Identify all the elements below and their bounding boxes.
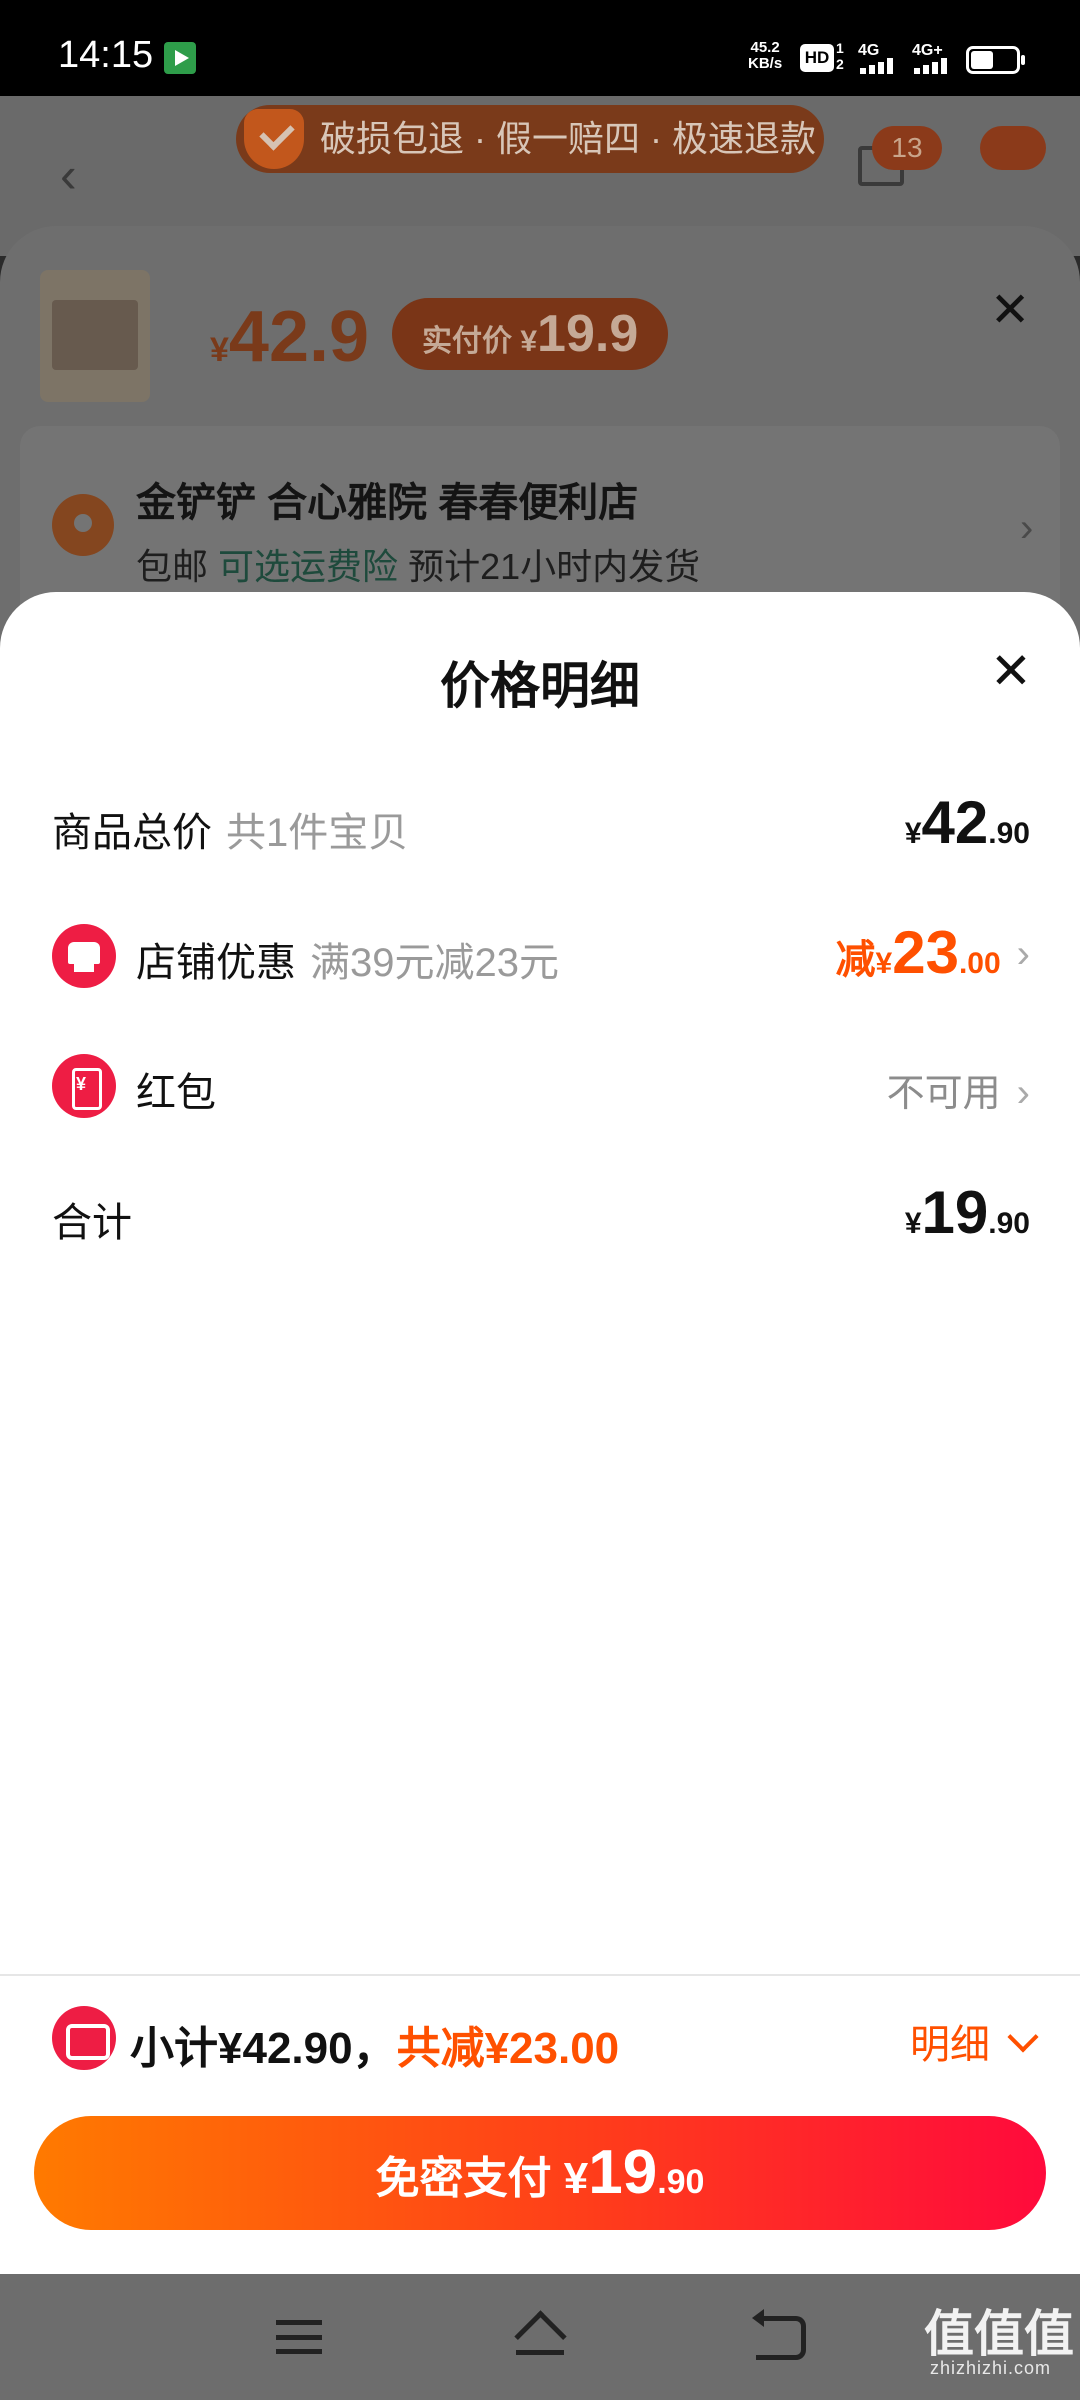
- message-badge: [980, 126, 1046, 170]
- product-thumbnail: [40, 270, 150, 402]
- signal-bars-icon: [914, 58, 954, 74]
- address-name: 金铲铲 合心雅院 春春便利店: [136, 481, 639, 525]
- sheet-title: 价格明细: [440, 658, 640, 714]
- sku-price: ¥42.9: [210, 297, 370, 377]
- menu-icon[interactable]: [276, 2320, 322, 2354]
- video-app-icon: [164, 42, 196, 74]
- system-nav-bar: 值值值 zhizhizhi.com: [0, 2274, 1080, 2400]
- red-packet-row[interactable]: 红包 不可用›: [52, 1048, 1030, 1118]
- guarantee-banner: 破损包退 · 假一赔四 · 极速退款: [236, 105, 824, 173]
- chevron-right-icon: ›: [1016, 932, 1030, 976]
- subtotal-summary: 小计¥42.90，共减¥23.00: [130, 2024, 620, 2073]
- battery-icon: [966, 46, 1025, 74]
- chevron-right-icon: ›: [1020, 506, 1034, 550]
- shop-discount-row[interactable]: 店铺优惠 满39元减23元 减¥23.00 ›: [52, 918, 1030, 988]
- total-price-value: ¥42.90: [904, 789, 1030, 856]
- watermark-logo: 值值值: [924, 2306, 1074, 2362]
- shop-discount-label: 店铺优惠: [136, 941, 296, 985]
- grand-total-value: ¥19.90: [904, 1179, 1030, 1246]
- guarantee-text: 破损包退 · 假一赔四 · 极速退款: [320, 118, 816, 159]
- red-packet-label: 红包: [136, 1071, 216, 1115]
- coupon-icon: [52, 2006, 116, 2070]
- red-packet-value: 不可用 ›: [886, 1071, 1030, 1115]
- cart-count-badge: 13: [872, 126, 942, 170]
- pay-button[interactable]: 免密支付 ¥19.90: [34, 2116, 1046, 2230]
- red-packet-icon: [52, 1054, 116, 1118]
- sku-close-icon[interactable]: ✕: [990, 282, 1030, 338]
- actual-price-badge: 实付价 ¥19.9: [392, 298, 669, 370]
- chevron-right-icon: ›: [1016, 1071, 1030, 1115]
- shipping-info: 包邮 可选运费险 预计21小时内发货: [136, 546, 701, 587]
- checkout-footer: 小计¥42.90，共减¥23.00 明细 免密支付 ¥19.90: [0, 1974, 1080, 2274]
- item-count-hint: 共1件宝贝: [226, 811, 409, 855]
- watermark-url: zhizhizhi.com: [930, 2358, 1052, 2378]
- shop-icon: [52, 924, 116, 988]
- signal-bars-icon: [860, 58, 900, 74]
- shop-discount-hint: 满39元减23元: [310, 941, 559, 985]
- grand-total-row: 合计 ¥19.90: [52, 1178, 1030, 1248]
- home-icon[interactable]: [512, 2314, 568, 2360]
- status-time: 14:15: [58, 34, 154, 76]
- close-icon[interactable]: ✕: [990, 646, 1032, 696]
- chevron-down-icon: [1007, 2021, 1039, 2053]
- network-speed: 45.2 KB/s: [748, 39, 783, 72]
- total-price-row: 商品总价 共1件宝贝 ¥42.90: [52, 788, 1030, 858]
- grand-total-label: 合计: [52, 1201, 132, 1245]
- detail-toggle[interactable]: 明细: [910, 2012, 1039, 2070]
- back-arrow-icon: ‹: [60, 147, 77, 203]
- shipping-insurance-link[interactable]: 可选运费险: [218, 546, 398, 587]
- total-price-label: 商品总价: [52, 811, 212, 855]
- hd-voice-sim-numbers: 12: [836, 40, 844, 72]
- discount-summary: 共减¥23.00: [396, 2024, 620, 2073]
- location-pin-icon: [52, 494, 114, 556]
- back-icon[interactable]: [752, 2309, 806, 2360]
- status-bar: 14:15 45.2 KB/s HD 12 4G 4G+: [0, 0, 1080, 96]
- shield-check-icon: [244, 109, 304, 169]
- shop-discount-value: 减¥23.00 ›: [835, 919, 1030, 986]
- hd-voice-icon: HD: [800, 44, 834, 72]
